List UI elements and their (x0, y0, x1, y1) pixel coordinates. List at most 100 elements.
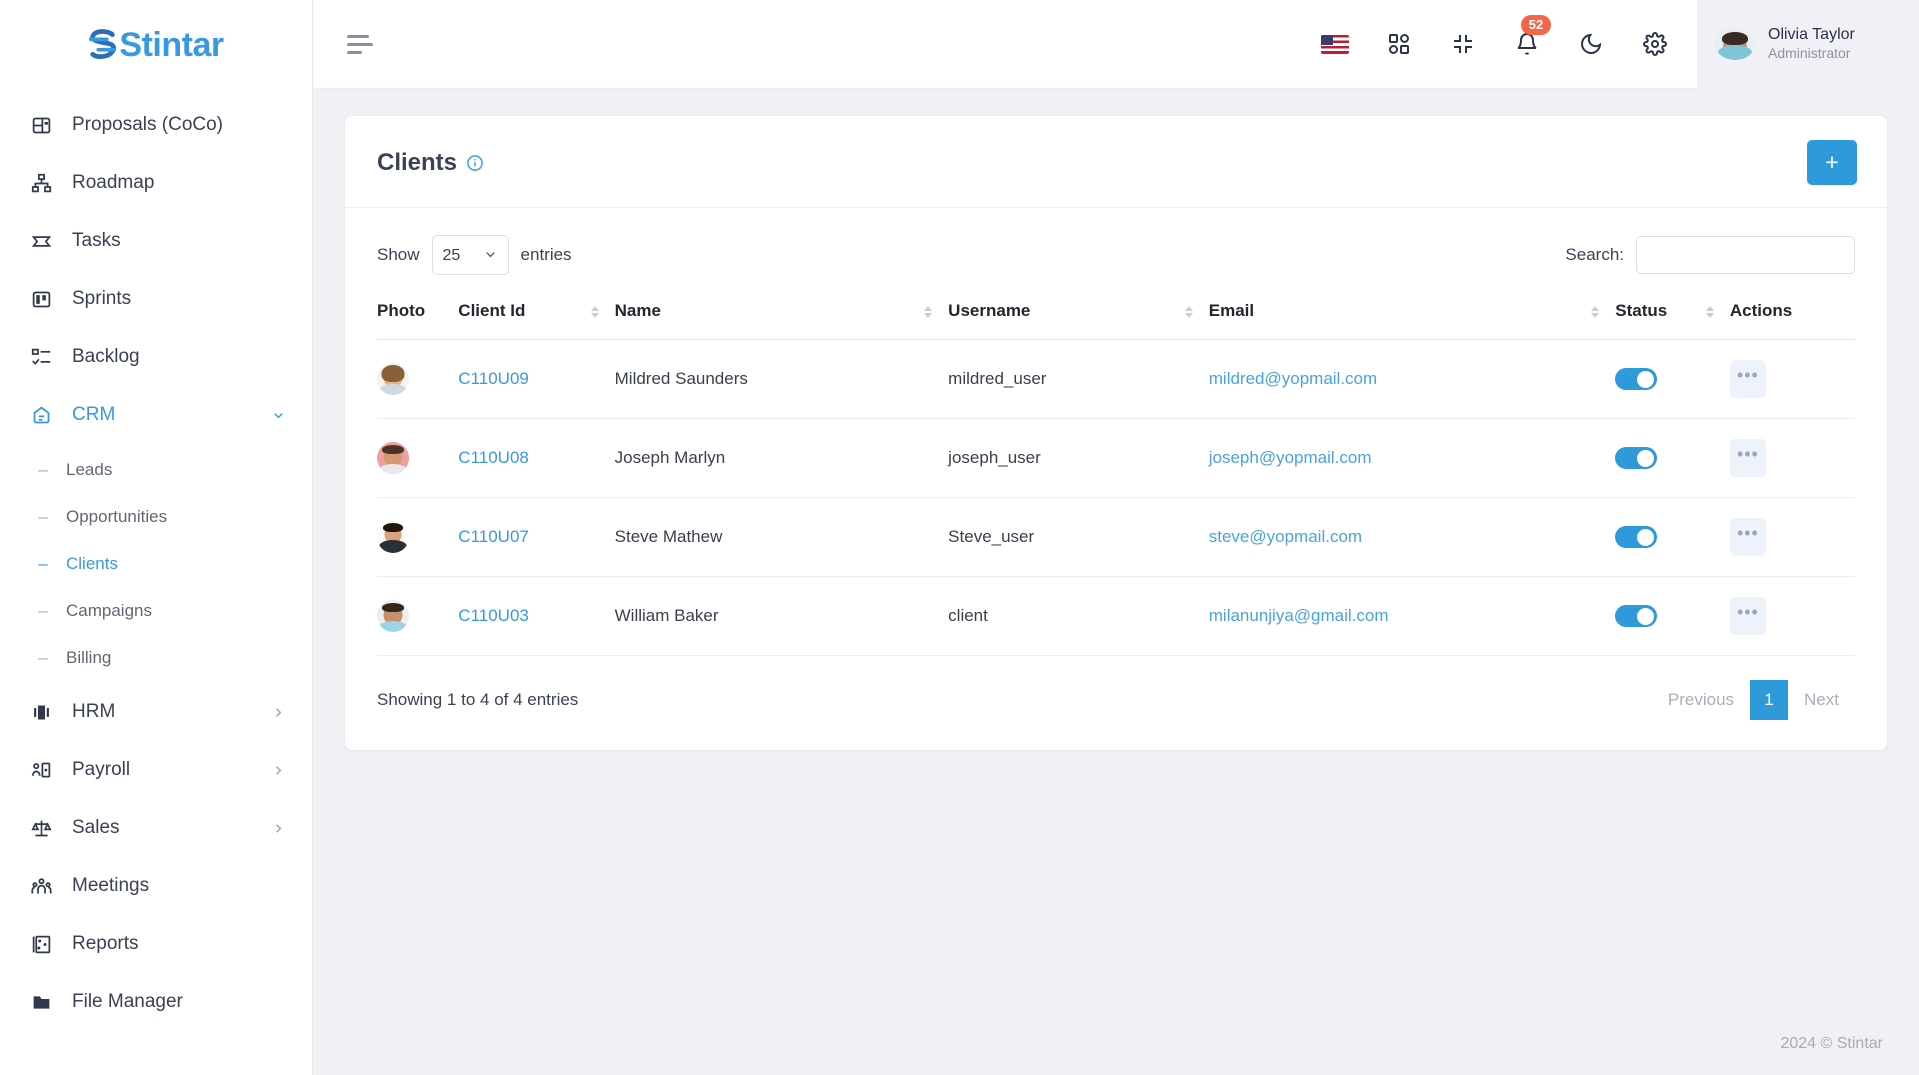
sidebar-item-payroll[interactable]: Payroll (0, 741, 312, 799)
brand-name: Stintar (88, 25, 224, 65)
us-flag (1321, 34, 1349, 54)
fullscreen-exit-icon[interactable] (1449, 30, 1477, 58)
sidebar-subitem-clients[interactable]: – Clients (0, 540, 312, 587)
table-body: C110U09 Mildred Saunders mildred_user mi… (377, 339, 1855, 656)
sidebar-item-tasks[interactable]: Tasks (0, 212, 312, 270)
cell-email: mildred@yopmail.com (1208, 339, 1616, 419)
avatar (377, 363, 409, 395)
column-header-name[interactable]: Name (614, 285, 949, 340)
sidebar-item-file-manager[interactable]: File Manager (0, 973, 312, 1031)
sidebar-item-backlog[interactable]: Backlog (0, 328, 312, 386)
settings-gear-icon[interactable] (1641, 30, 1669, 58)
sidebar-subitem-opportunities[interactable]: – Opportunities (0, 493, 312, 540)
sidebar-subitem-label: Billing (66, 647, 112, 667)
status-toggle[interactable] (1615, 447, 1658, 469)
pagination-previous[interactable]: Previous (1652, 680, 1750, 720)
sprints-icon (28, 286, 54, 312)
search-input[interactable] (1636, 236, 1855, 274)
table-row: C110U03 William Baker client milanunjiya… (377, 576, 1855, 656)
sidebar: Stintar Proposals (CoCo) Roadmap Tasks S… (0, 0, 313, 1075)
column-header-label: Status (1615, 301, 1668, 320)
email-link[interactable]: milanunjiya@gmail.com (1209, 606, 1389, 625)
dash-icon: – (38, 553, 48, 573)
column-header-status[interactable]: Status (1615, 285, 1730, 340)
sidebar-item-label: Meetings (72, 875, 150, 896)
status-toggle[interactable] (1615, 368, 1658, 390)
sidebar-subitem-billing[interactable]: – Billing (0, 634, 312, 681)
sidebar-item-label: Sprints (72, 288, 132, 309)
page-footer: 2024 © Stintar (313, 1013, 1919, 1075)
column-header-username[interactable]: Username (948, 285, 1209, 340)
chevron-right-icon (271, 821, 286, 836)
sidebar-item-proposals[interactable]: Proposals (CoCo) (0, 96, 312, 154)
sidebar-item-label: Proposals (CoCo) (72, 114, 223, 135)
table-head: Photo Client Id Name Username Email Stat… (377, 285, 1855, 340)
apps-grid-icon[interactable] (1385, 30, 1413, 58)
hamburger-icon[interactable] (347, 34, 373, 54)
sidebar-subitem-campaigns[interactable]: – Campaigns (0, 587, 312, 634)
pagination-next[interactable]: Next (1788, 680, 1855, 720)
sidebar-subitem-leads[interactable]: – Leads (0, 446, 312, 493)
profile-text: Olivia Taylor Administrator (1768, 25, 1855, 63)
cell-actions: ••• (1729, 497, 1855, 577)
cell-client-id: C110U09 (458, 339, 615, 419)
status-toggle[interactable] (1615, 605, 1658, 627)
email-link[interactable]: joseph@yopmail.com (1209, 448, 1372, 467)
email-link[interactable]: mildred@yopmail.com (1209, 369, 1377, 388)
column-header-label: Name (614, 301, 661, 320)
brand-logo[interactable]: Stintar (0, 0, 312, 90)
dash-icon: – (38, 647, 48, 667)
cell-actions: ••• (1729, 418, 1855, 498)
row-actions-button[interactable]: ••• (1729, 439, 1766, 477)
info-circle-icon[interactable] (466, 154, 484, 172)
row-actions-button[interactable]: ••• (1729, 360, 1766, 398)
sidebar-item-roadmap[interactable]: Roadmap (0, 154, 312, 212)
sidebar-item-sales[interactable]: Sales (0, 799, 312, 857)
column-header-email[interactable]: Email (1208, 285, 1616, 340)
cell-status (1615, 576, 1730, 656)
sidebar-item-crm[interactable]: CRM (0, 386, 312, 444)
add-client-button[interactable]: + (1807, 140, 1857, 185)
row-actions-button[interactable]: ••• (1729, 597, 1766, 635)
client-id-link[interactable]: C110U07 (458, 527, 529, 546)
cell-name: Mildred Saunders (614, 339, 949, 419)
sidebar-item-hrm[interactable]: HRM (0, 683, 312, 741)
avatar (377, 521, 409, 553)
dark-mode-moon-icon[interactable] (1577, 30, 1605, 58)
sidebar-item-meetings[interactable]: Meetings (0, 857, 312, 915)
notifications-bell-icon[interactable]: 52 (1513, 15, 1551, 58)
cell-photo (377, 339, 459, 419)
sidebar-item-reports[interactable]: Reports (0, 915, 312, 973)
row-actions-button[interactable]: ••• (1729, 518, 1766, 556)
pagination-info: Showing 1 to 4 of 4 entries (377, 690, 579, 709)
cell-photo (377, 576, 459, 656)
profile-menu[interactable]: Olivia Taylor Administrator (1697, 0, 1919, 89)
sidebar-subitem-label: Opportunities (66, 506, 168, 526)
column-header-actions: Actions (1729, 285, 1855, 340)
payroll-icon (28, 757, 54, 783)
reports-icon (28, 931, 54, 957)
sort-arrows-icon (1705, 306, 1714, 318)
cell-username: mildred_user (948, 339, 1209, 419)
client-id-link[interactable]: C110U08 (458, 448, 529, 467)
page-length-select[interactable]: 10 25 50 100 (431, 235, 509, 275)
sort-arrows-icon (1591, 306, 1600, 318)
cell-client-id: C110U08 (458, 418, 615, 498)
cell-client-id: C110U03 (458, 576, 615, 656)
chevron-right-icon (271, 763, 286, 778)
pagination-page-1[interactable]: 1 (1750, 680, 1789, 720)
roadmap-icon (28, 170, 54, 196)
chevron-down-icon (271, 408, 286, 423)
column-header-client-id[interactable]: Client Id (458, 285, 615, 340)
client-id-link[interactable]: C110U09 (458, 369, 529, 388)
email-link[interactable]: steve@yopmail.com (1209, 527, 1362, 546)
language-flag-icon[interactable] (1321, 30, 1349, 58)
cell-name: Steve Mathew (614, 497, 949, 577)
sidebar-item-label: Tasks (72, 230, 121, 251)
notification-badge: 52 (1521, 15, 1551, 35)
sidebar-item-sprints[interactable]: Sprints (0, 270, 312, 328)
cell-status (1615, 497, 1730, 577)
status-toggle[interactable] (1615, 526, 1658, 548)
brand-label: Stintar (119, 25, 224, 64)
client-id-link[interactable]: C110U03 (458, 606, 529, 625)
